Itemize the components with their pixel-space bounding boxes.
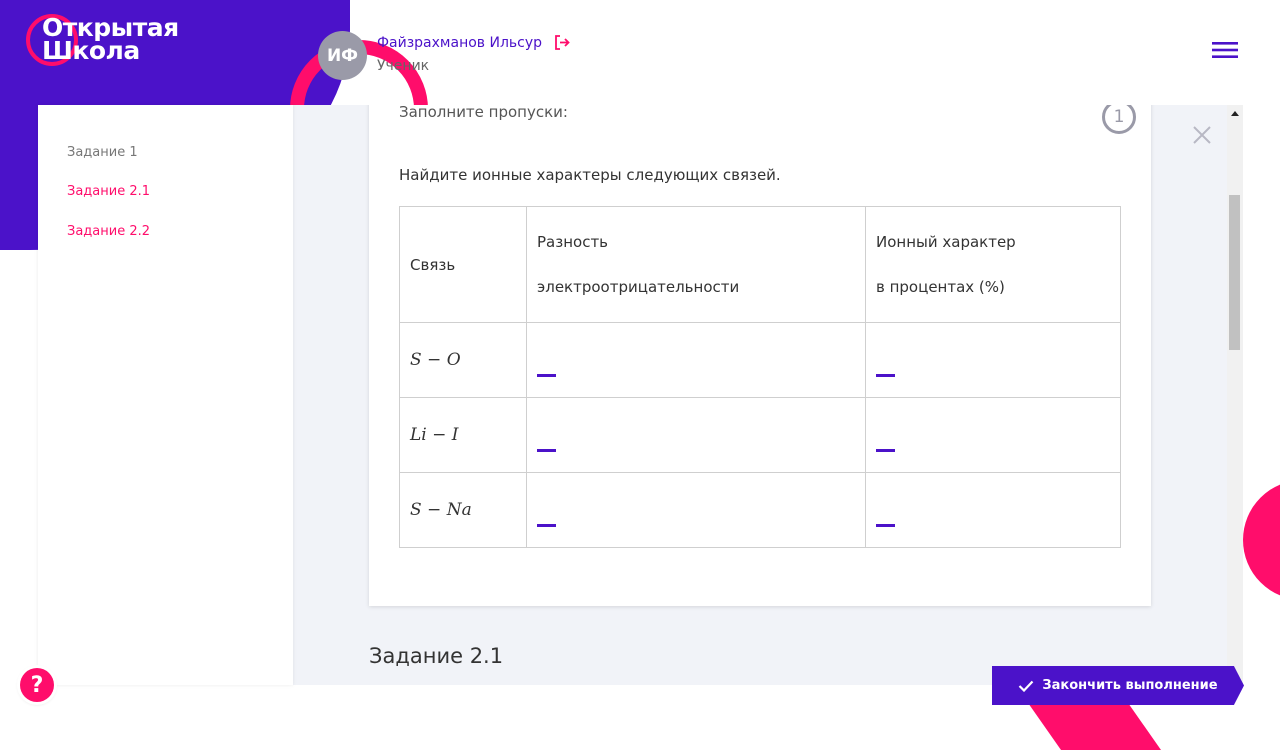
task-sidebar: Задание 1 Задание 2.1 Задание 2.2 [38, 105, 293, 685]
header-electronegativity-line1: Разность [537, 232, 609, 251]
header-electronegativity-line2: электроотрицательности [537, 277, 740, 296]
ionic-character-cell [865, 397, 1121, 473]
task-number-badge: 1 [1102, 105, 1136, 134]
section-title: Задание 2.1 [369, 644, 504, 668]
site-logo[interactable]: Открытая Школа [26, 14, 179, 66]
electronegativity-blank-input[interactable] [537, 524, 556, 527]
bond-cell: S − Na [399, 472, 527, 548]
table-header-row: Связь Разность электроотрицательности Ио… [399, 206, 1121, 323]
bond-cell: S − O [399, 322, 527, 398]
user-role: Ученик [377, 58, 430, 74]
electronegativity-cell [526, 472, 866, 548]
decorative-shape-right [1243, 480, 1280, 600]
close-icon[interactable] [1192, 125, 1212, 149]
ionic-character-blank-input[interactable] [876, 374, 895, 377]
electronegativity-cell [526, 322, 866, 398]
ionic-character-cell [865, 322, 1121, 398]
scrollbar[interactable] [1227, 105, 1243, 685]
electronegativity-blank-input[interactable] [537, 374, 556, 377]
finish-button[interactable]: Закончить выполнение [992, 666, 1244, 705]
table-row: Li − I [399, 397, 1121, 473]
header-bond: Связь [399, 206, 527, 323]
task-instruction: Заполните пропуски: [399, 105, 568, 121]
scroll-up-arrow-icon[interactable] [1231, 111, 1239, 116]
main-content: Заполните пропуски: 1 Найдите ионные хар… [293, 105, 1227, 685]
bond-formula: Li − I [410, 425, 459, 445]
task-card: Заполните пропуски: 1 Найдите ионные хар… [369, 105, 1151, 606]
check-icon [1018, 680, 1034, 692]
answer-table: Связь Разность электроотрицательности Ио… [399, 206, 1121, 548]
table-row: S − O [399, 322, 1121, 398]
menu-icon[interactable] [1212, 40, 1238, 64]
header-ionic-character-line1: Ионный характер [876, 232, 1016, 251]
scroll-thumb[interactable] [1229, 195, 1240, 350]
sidebar-item-task-1[interactable]: Задание 1 [67, 145, 138, 160]
bond-formula: S − O [410, 350, 461, 370]
help-button[interactable]: ? [20, 668, 54, 702]
finish-button-label: Закончить выполнение [1042, 678, 1218, 693]
electronegativity-blank-input[interactable] [537, 449, 556, 452]
bond-formula: S − Na [410, 500, 472, 520]
logout-icon[interactable] [553, 34, 570, 55]
header-electronegativity: Разность электроотрицательности [526, 206, 866, 323]
header-ionic-character: Ионный характер в процентах (%) [865, 206, 1121, 323]
sidebar-item-task-2-1[interactable]: Задание 2.1 [67, 184, 150, 199]
ionic-character-blank-input[interactable] [876, 449, 895, 452]
sidebar-item-task-2-2[interactable]: Задание 2.2 [67, 224, 150, 239]
task-question: Найдите ионные характеры следующих связе… [399, 166, 781, 184]
ionic-character-blank-input[interactable] [876, 524, 895, 527]
bond-cell: Li − I [399, 397, 527, 473]
table-row: S − Na [399, 472, 1121, 548]
electronegativity-cell [526, 397, 866, 473]
ionic-character-cell [865, 472, 1121, 548]
avatar[interactable]: ИФ [318, 31, 367, 80]
logo-text-line2: Школа [42, 36, 140, 65]
user-name[interactable]: Файзрахманов Ильсур [377, 35, 542, 51]
header-ionic-character-line2: в процентах (%) [876, 277, 1005, 296]
